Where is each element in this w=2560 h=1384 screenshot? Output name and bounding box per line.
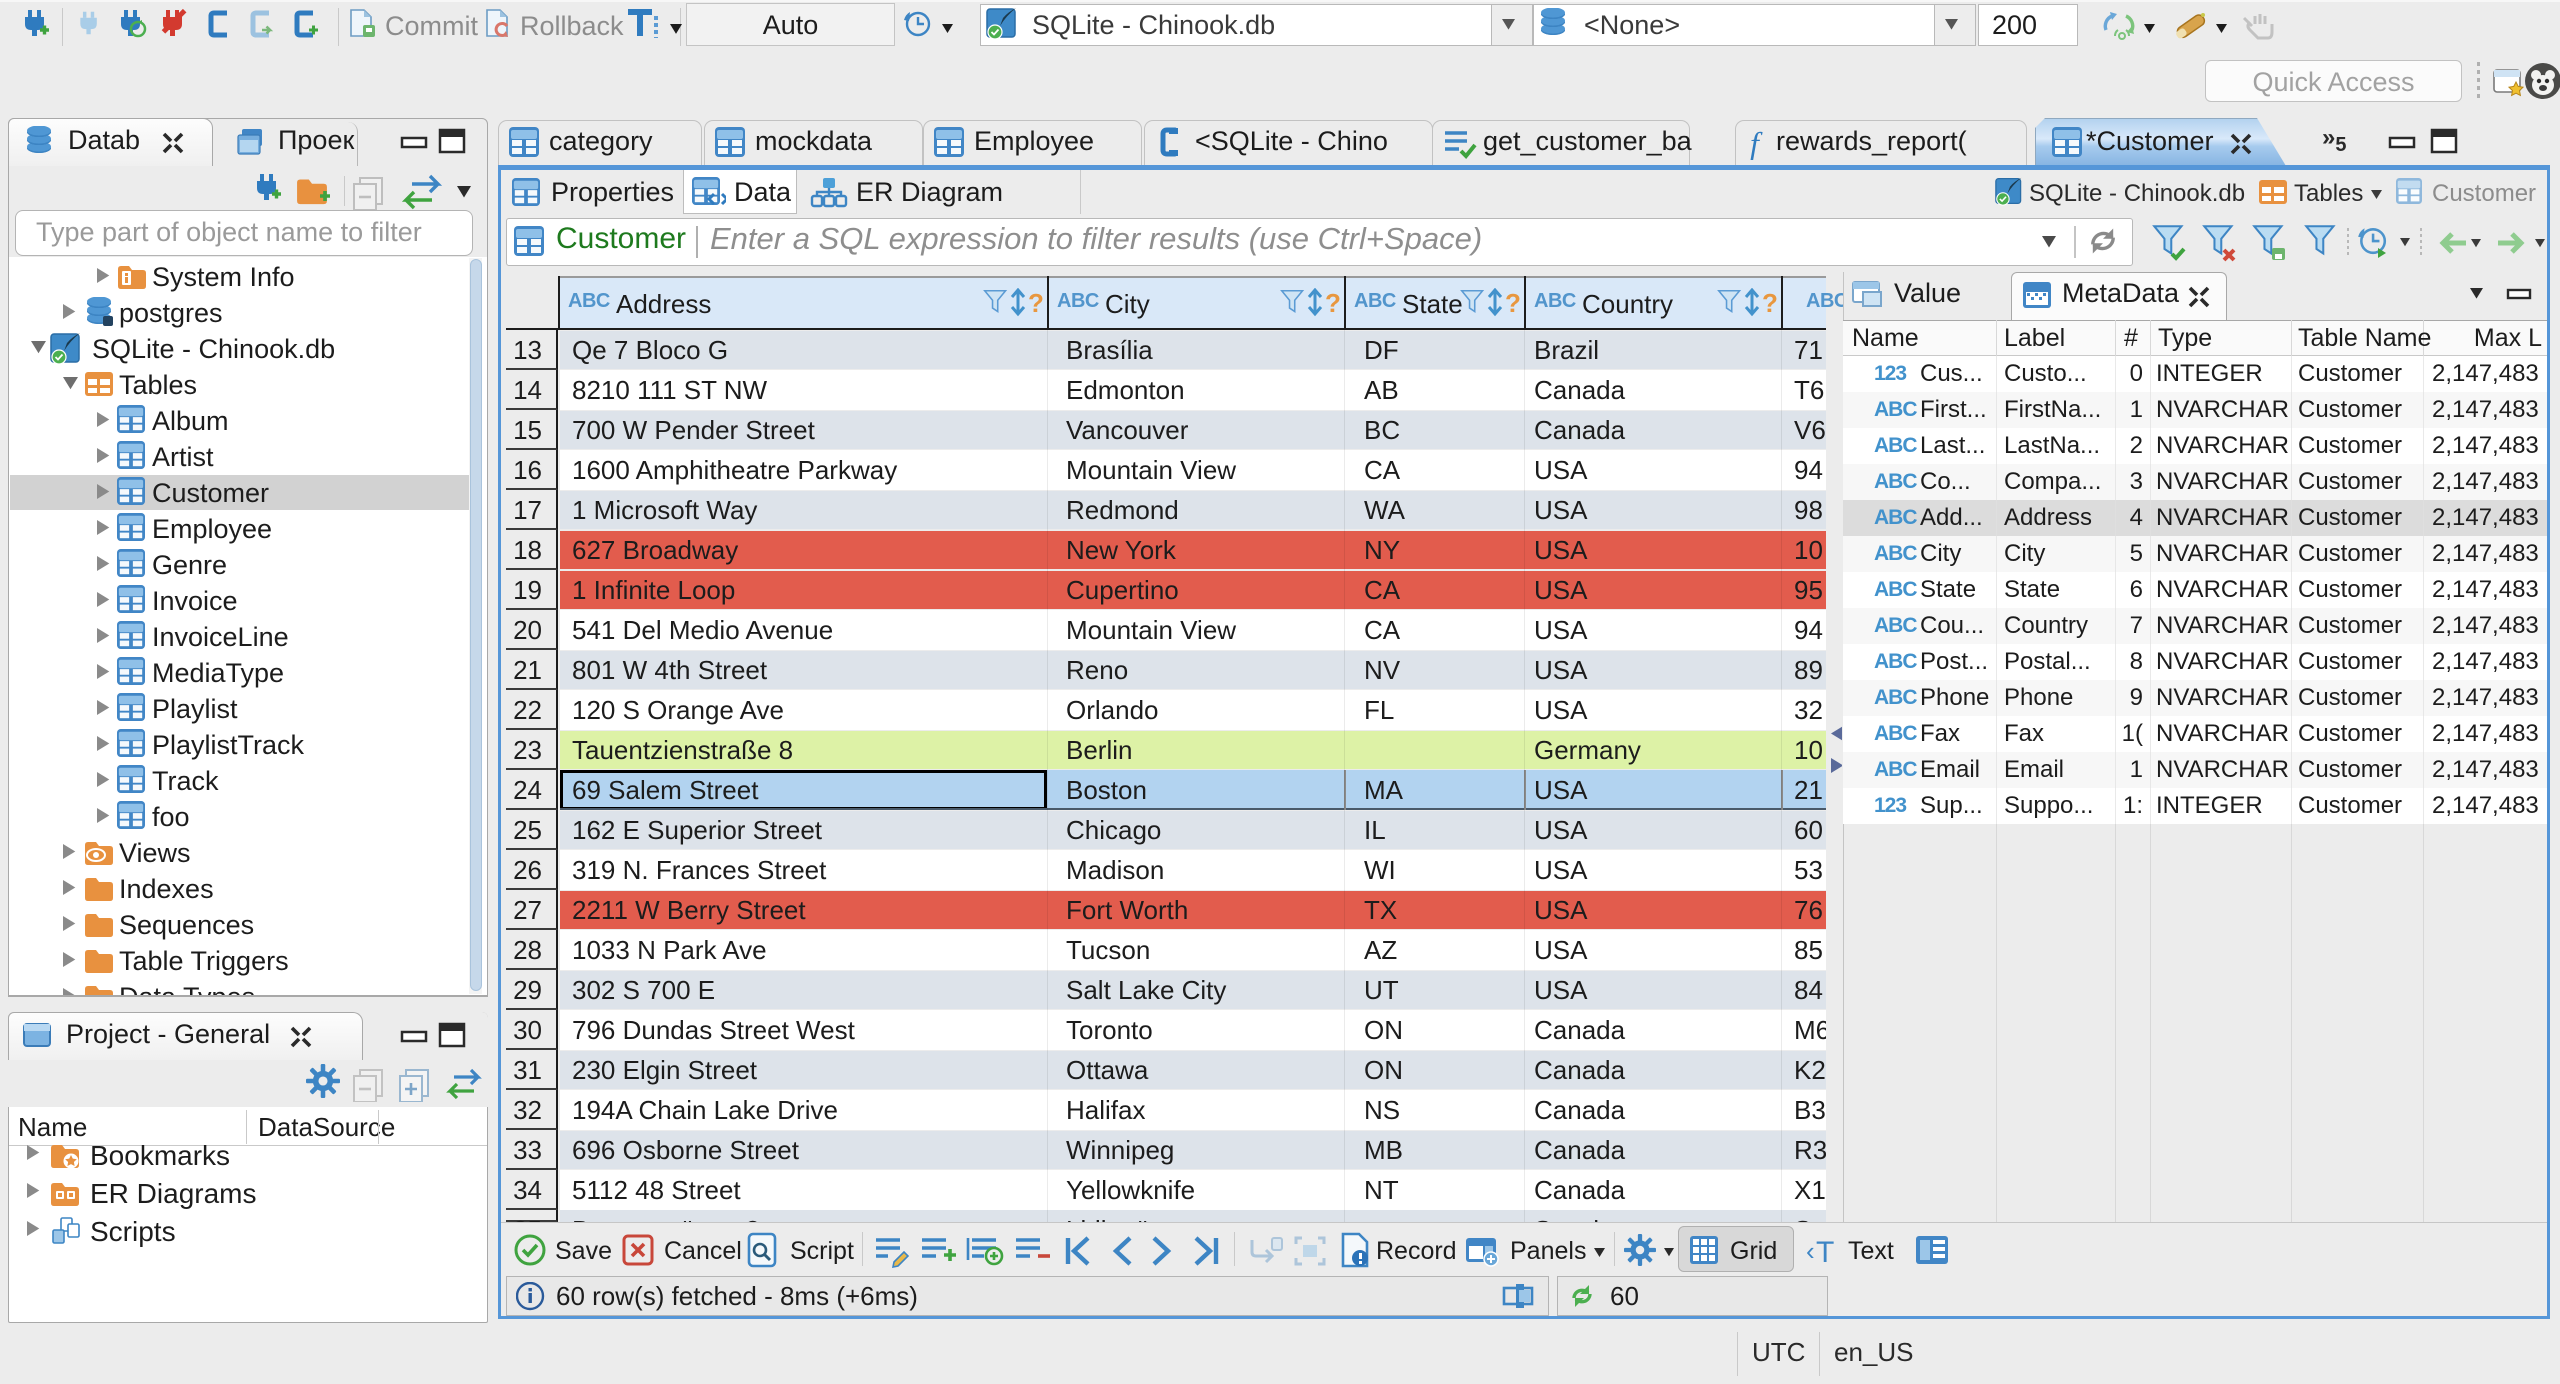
svg-text:f: f: [1750, 126, 1763, 160]
svg-text:‹: ‹: [1806, 1236, 1815, 1266]
svg-text:T: T: [1816, 1236, 1834, 1268]
